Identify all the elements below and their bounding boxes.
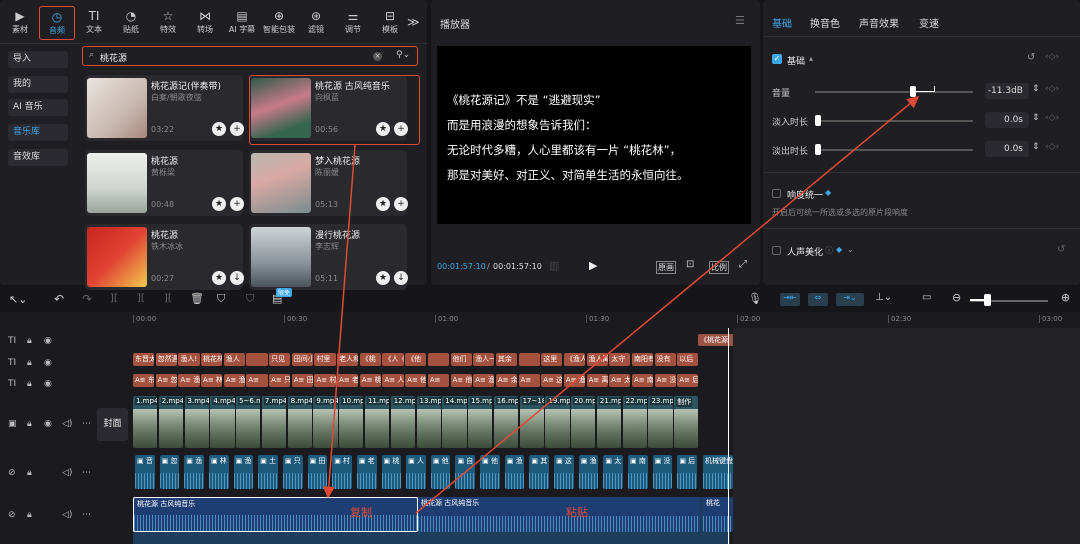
arrow-to-timeline	[322, 144, 356, 499]
annotation-arrows	[322, 96, 920, 514]
arrow-to-volume	[415, 96, 920, 514]
